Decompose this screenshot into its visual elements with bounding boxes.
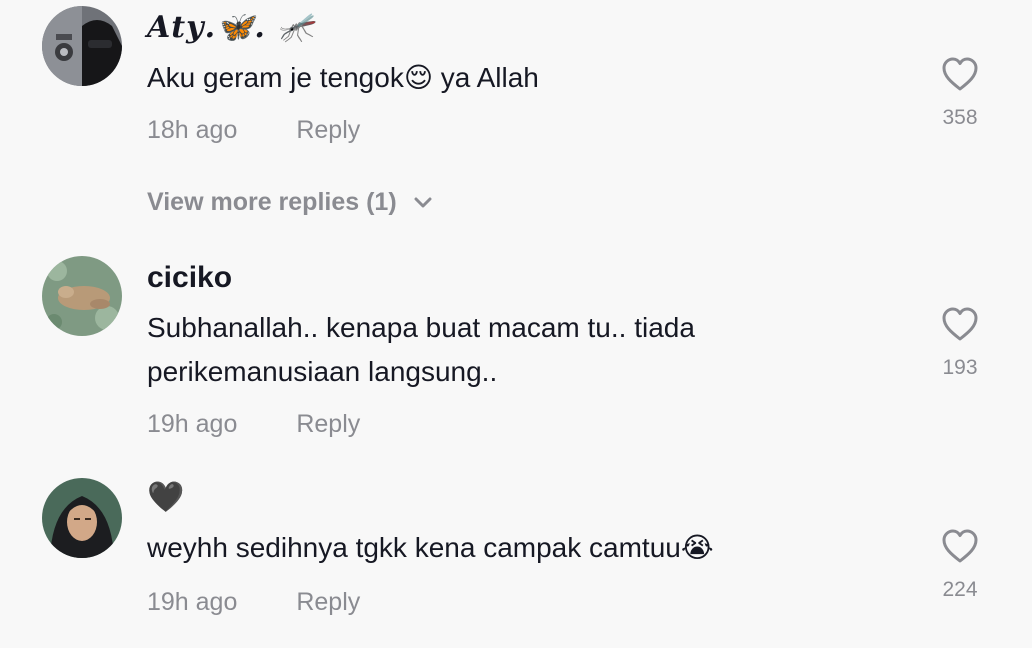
reply-button[interactable]: Reply	[296, 116, 360, 144]
heart-icon[interactable]	[928, 56, 992, 92]
comment-meta: 18h ago Reply	[147, 116, 360, 145]
view-more-replies-button[interactable]: View more replies (1)	[147, 188, 432, 217]
comment-text: Subhanallah.. kenapa buat macam tu.. tia…	[147, 312, 695, 387]
avatar[interactable]	[42, 478, 122, 558]
comment-time: 19h ago	[147, 410, 238, 438]
like-button[interactable]: 358	[928, 56, 992, 130]
heart-icon[interactable]	[928, 528, 992, 564]
reply-button[interactable]: Reply	[296, 588, 360, 616]
avatar[interactable]	[42, 256, 122, 336]
avatar[interactable]	[42, 6, 122, 86]
reply-button[interactable]: Reply	[296, 410, 360, 438]
chevron-down-icon[interactable]	[414, 197, 432, 209]
comment-username[interactable]: ciciko	[147, 260, 232, 296]
like-count: 358	[942, 106, 978, 129]
comment-meta: 19h ago Reply	[147, 588, 360, 617]
view-more-label[interactable]: View more replies (1)	[147, 188, 397, 216]
comment-username[interactable]: 𝑨𝒕𝒚.🦋. 🦟	[147, 10, 316, 46]
comment-time: 18h ago	[147, 116, 238, 144]
comment-meta: 19h ago Reply	[147, 410, 360, 439]
like-count: 224	[942, 578, 978, 601]
like-count: 193	[942, 356, 978, 379]
like-button[interactable]: 193	[928, 306, 992, 380]
like-button[interactable]: 224	[928, 528, 992, 602]
comment-text: weyhh sedihnya tgkk kena campak camtuu😭	[147, 532, 714, 563]
heart-icon[interactable]	[928, 306, 992, 342]
comment-time: 19h ago	[147, 588, 238, 616]
comment-username[interactable]: 🖤	[147, 480, 184, 516]
comment-text: Aku geram je tengok😌 ya Allah	[147, 62, 539, 93]
